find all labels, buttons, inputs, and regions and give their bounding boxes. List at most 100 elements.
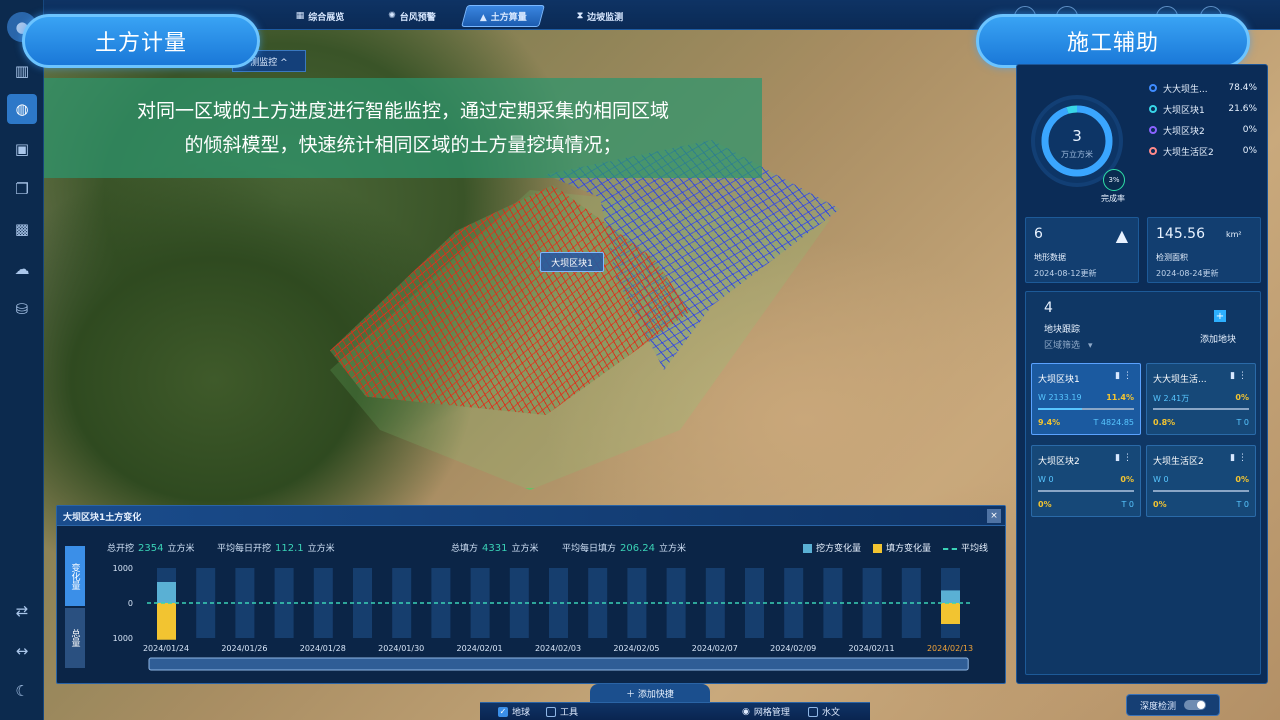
stat-daily-excavation: 平均每日开挖 112.1 立方米 [217, 543, 335, 554]
fill-bar [941, 603, 960, 624]
grid-management-button[interactable]: ◉ 网格管理 [742, 705, 790, 719]
card-menu-icon[interactable]: ▮ ⋮ [1115, 371, 1132, 381]
add-plot-icon[interactable]: + [1214, 310, 1226, 322]
tab-typhoon[interactable]: ✺ 台风预警 [376, 5, 448, 27]
hydrology-toggle[interactable]: 水文 [808, 705, 840, 718]
image-icon[interactable]: ▣ [7, 134, 37, 164]
plot-card[interactable]: 大坝生活区2 ▮ ⋮ W 0 0% 0% T 0 [1146, 445, 1256, 517]
checkbox-icon [808, 706, 818, 717]
donut-unit: 万立方米 [1061, 150, 1093, 159]
legend-swatch [943, 547, 958, 550]
add-plot-button[interactable]: 添加地块 [1200, 332, 1236, 345]
tab-earthwork[interactable]: ▲ 土方算量 [461, 5, 545, 27]
gallery-icon[interactable]: ❐ [7, 174, 37, 204]
plot-progress-bar [1153, 408, 1249, 410]
apps-icon[interactable]: ▩ [7, 214, 37, 244]
plot-card[interactable]: 大坝区块2 ▮ ⋮ W 0 0% 0% T 0 [1031, 445, 1141, 517]
slot-background [549, 568, 568, 638]
y-tick-label: 1000 [113, 564, 133, 573]
card-menu-icon[interactable]: ▮ ⋮ [1230, 371, 1247, 381]
x-tick-label: 2024/02/13 [927, 644, 973, 653]
depth-detection-toggle[interactable]: 深度检测 [1126, 694, 1220, 716]
terrain-data-label: 地形数据 [1034, 253, 1066, 262]
region-label[interactable]: 大坝区块1 [540, 252, 604, 272]
area-unit: km² [1226, 230, 1242, 239]
plot-tracking-label: 地块跟踪 [1044, 325, 1081, 335]
cloud-icon[interactable]: ☁ [7, 254, 37, 284]
legend-dot [1149, 126, 1157, 134]
completion-rate-label: 完成率 [1101, 194, 1125, 203]
card-menu-icon[interactable]: ▮ ⋮ [1230, 453, 1247, 463]
tools-toggle[interactable]: 工具 [546, 705, 578, 718]
moon-icon[interactable]: ☾ [7, 676, 37, 706]
x-tick-label: 2024/01/30 [378, 644, 424, 653]
tab-total-amount[interactable]: 总量 [65, 608, 85, 668]
x-tick-label: 2024/02/09 [770, 644, 816, 653]
legend-item[interactable]: 大坝生活区2 0% [1149, 144, 1269, 158]
checkbox-checked-icon: ✓ [498, 706, 508, 717]
plot-progress-bar [1038, 490, 1134, 492]
donut-value: 3 [1072, 127, 1082, 145]
area-card[interactable]: 145.56 km² 检测面积 2024-08-24更新 [1147, 217, 1261, 283]
legend-average[interactable]: 平均线 [943, 541, 988, 554]
earthwork-change-panel: 大坝区块1土方变化 × 总开挖 2354 立方米 平均每日开挖 112.1 立方米 总填… [56, 505, 1006, 684]
close-icon[interactable]: × [987, 509, 1001, 523]
legend-dot [1149, 84, 1157, 92]
legend-swatch [803, 544, 812, 553]
plot-card[interactable]: 大大坝生活... ▮ ⋮ W 2.41万 0% 0.8% T 0 [1146, 363, 1256, 435]
legend-item[interactable]: 大坝区块2 0% [1149, 123, 1269, 137]
legend-fill[interactable]: 填方变化量 [873, 541, 931, 554]
stat-total-fill: 总填方 4331 立方米 [451, 543, 539, 554]
expand-width-icon[interactable]: ↔ [7, 636, 37, 666]
x-tick-label: 2024/02/07 [692, 644, 738, 653]
swap-icon[interactable]: ⇄ [7, 596, 37, 626]
terrain-data-card[interactable]: 6 ▲ 地形数据 2024-08-12更新 [1025, 217, 1139, 283]
earthwork-title-pill: 土方计量 [22, 14, 260, 68]
legend-item[interactable]: 大大坝生... 78.4% [1149, 81, 1269, 95]
legend-dot [1149, 147, 1157, 155]
area-value: 145.56 [1156, 226, 1205, 242]
mountain-icon: ▲ [1115, 226, 1128, 245]
y-tick-label: 0 [128, 599, 133, 608]
x-tick-label: 2024/01/24 [143, 644, 189, 653]
x-tick-label: 2024/01/26 [221, 644, 267, 653]
plot-count: 4 [1044, 300, 1053, 316]
x-tick-label: 2024/02/03 [535, 644, 581, 653]
add-shortcut-button[interactable]: ＋ 添加快捷 [590, 684, 710, 702]
region-filter-dropdown[interactable]: 区域筛选 ▾ [1044, 338, 1093, 351]
legend-dot [1149, 105, 1157, 113]
excavation-bar [157, 582, 176, 603]
excavation-bar [941, 590, 960, 603]
x-tick-label: 2024/02/11 [849, 644, 895, 653]
earth-toggle[interactable]: ✓ 地球 [498, 705, 530, 718]
x-tick-label: 2024/02/05 [613, 644, 659, 653]
toggle-switch[interactable] [1184, 700, 1206, 710]
legend-swatch [873, 544, 883, 553]
tab-slope[interactable]: ⧗ 边坡监测 [564, 5, 636, 27]
tab-change-amount[interactable]: 变化量 [65, 546, 85, 606]
earthwork-bar-chart[interactable]: 1000 0 1000 2024/01/24 2024/01/26 2024/01/28 2… [97, 562, 977, 680]
description-line: 对同一区域的土方进度进行智能监控，通过定期采集的相同区域 [136, 100, 669, 122]
description-line: 的倾斜模型，快速统计相同区域的土方量挖填情况； [184, 134, 622, 156]
description-banner: 对同一区域的土方进度进行智能监控，通过定期采集的相同区域 的倾斜模型，快速统计相… [44, 78, 762, 178]
slope-icon: ⧗ [576, 11, 584, 21]
slot-background [745, 568, 764, 638]
database-icon[interactable]: ⛁ [7, 294, 37, 324]
legend-item[interactable]: 大坝区块1 21.6% [1149, 102, 1269, 116]
globe-icon[interactable]: ◍ [7, 94, 37, 124]
right-panel: 3 万立方米 3% 完成率 大大坝生... 78.4% 大坝区块1 21.6% 大坝… [1016, 64, 1268, 684]
plot-card[interactable]: 大坝区块1 ▮ ⋮ W 2133.19 11.4% 9.4% T 4824.85 [1031, 363, 1141, 435]
checkbox-icon [546, 706, 556, 717]
construction-assist-pill: 施工辅助 [976, 14, 1250, 68]
area-date: 2024-08-24更新 [1156, 269, 1219, 278]
timeline-scrollbar [148, 657, 969, 671]
legend-excavation[interactable]: 挖方变化量 [803, 541, 861, 554]
plot-progress-bar [1038, 408, 1134, 410]
card-menu-icon[interactable]: ▮ ⋮ [1115, 453, 1132, 463]
x-tick-label: 2024/02/01 [457, 644, 503, 653]
fill-bar [157, 603, 176, 640]
stat-total-excavation: 总开挖 2354 立方米 [107, 543, 195, 554]
tab-overview[interactable]: ▦ 综合展览 [284, 5, 356, 27]
grid-icon: ◉ [742, 706, 750, 717]
chart-panel-header: 大坝区块1土方变化 × [57, 506, 1005, 526]
